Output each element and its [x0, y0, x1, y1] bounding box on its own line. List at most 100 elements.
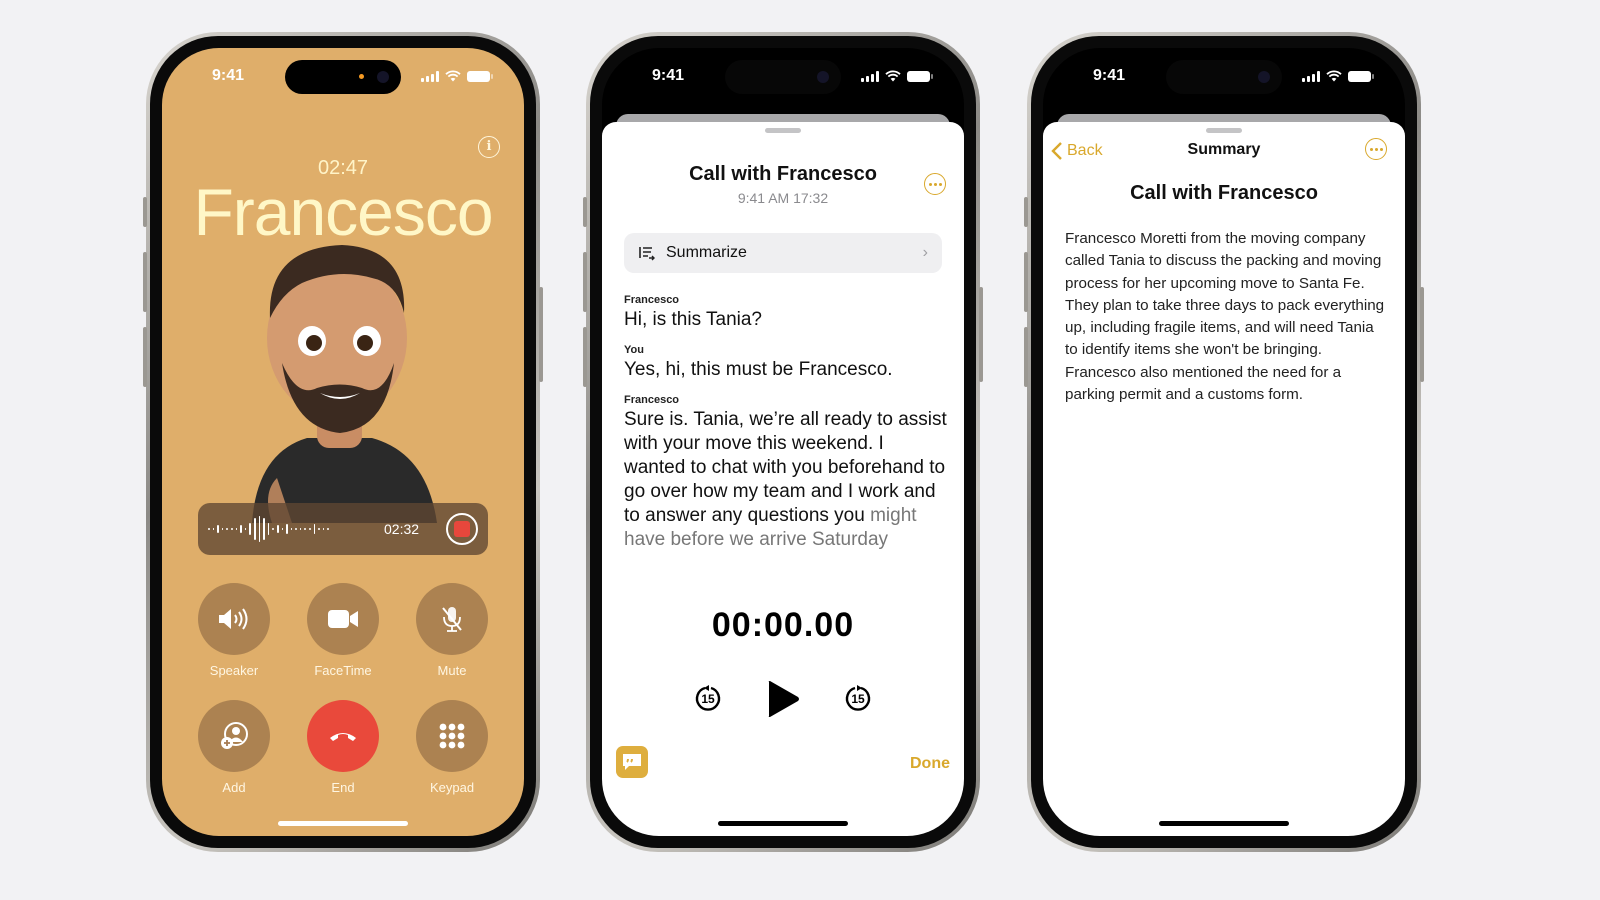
waveform-bar — [318, 528, 320, 530]
transcript-title: Call with Francesco — [689, 163, 877, 185]
stop-icon — [454, 521, 470, 537]
dynamic-island — [725, 60, 841, 94]
phone-transcript: 9:41 Call with Francesco 9:41 AM 17:32 S… — [583, 32, 983, 852]
playback-time: 00:00.00 — [711, 606, 855, 644]
summarize-icon — [639, 247, 655, 261]
waveform — [208, 514, 364, 544]
wifi-icon — [1326, 70, 1342, 82]
end-call-icon — [330, 733, 356, 741]
contact-memoji — [252, 245, 437, 523]
transcript-list: Francesco Hi, is this Tania? You Yes, hi… — [624, 294, 948, 564]
waveform-bar — [327, 528, 330, 530]
sheet-grabber[interactable] — [765, 128, 801, 133]
summary-sheet: Back Summary Call with Francesco Frances… — [1043, 122, 1405, 836]
more-options-button[interactable] — [924, 173, 946, 195]
waveform-bar — [226, 528, 228, 530]
wifi-icon — [445, 70, 461, 82]
transcript-toggle-button[interactable] — [616, 746, 648, 778]
cellular-signal-icon — [861, 70, 879, 82]
nav-title: Summary — [1187, 141, 1261, 158]
cellular-signal-icon — [1302, 70, 1320, 82]
waveform-bar — [322, 528, 325, 530]
waveform-bar — [295, 528, 297, 530]
skip-forward-button[interactable]: 15 — [843, 684, 873, 714]
keypad-icon — [439, 723, 465, 749]
waveform-bar — [263, 518, 265, 540]
waveform-bar — [208, 528, 210, 530]
transcript-sheet: Call with Francesco 9:41 AM 17:32 Summar… — [602, 122, 964, 836]
speaker-name: You — [624, 344, 644, 356]
phone-summary: 9:41 Back Summary Call with Francesco Fr… — [1024, 32, 1424, 852]
phone-in-call: 9:41 i 02:47 Francesco 02:32 Speaker Fac… — [143, 32, 543, 852]
waveform-bar — [290, 528, 293, 530]
summary-text: Francesco Moretti from the moving compan… — [1065, 230, 1385, 404]
transcript-text: Hi, is this Tania? — [624, 309, 762, 330]
skip-back-button[interactable]: 15 — [693, 684, 723, 714]
info-icon[interactable]: i — [478, 136, 500, 158]
waveform-bar — [286, 524, 288, 534]
home-indicator[interactable] — [1159, 821, 1289, 826]
play-button[interactable] — [765, 679, 801, 719]
speaker-name: Francesco — [624, 394, 680, 406]
speaker-name: Francesco — [624, 294, 680, 306]
done-button[interactable]: Done — [910, 755, 950, 773]
video-icon — [328, 610, 358, 628]
waveform-bar — [272, 528, 274, 530]
waveform-bar — [304, 528, 307, 530]
waveform-bar — [253, 518, 256, 540]
waveform-bar — [299, 528, 302, 530]
speaker-button[interactable]: Speaker — [198, 583, 270, 678]
waveform-bar — [240, 525, 242, 533]
transcript-text: Sure is. Tania, we’re all ready to assis… — [624, 409, 947, 550]
waveform-bar — [309, 528, 311, 530]
playback-controls: 15 15 — [602, 679, 964, 719]
chevron-right-icon: › — [922, 244, 928, 261]
recording-elapsed: 02:32 — [384, 521, 420, 537]
call-recording-bar: 02:32 — [198, 503, 488, 555]
facetime-button[interactable]: FaceTime — [307, 583, 379, 678]
waveform-bar — [244, 528, 247, 530]
status-time: 9:41 — [1093, 67, 1126, 84]
waveform-bar — [267, 523, 270, 535]
transcript-subtitle: 9:41 AM 17:32 — [737, 190, 829, 206]
status-time: 9:41 — [212, 67, 245, 84]
home-indicator[interactable] — [278, 821, 408, 826]
transcript-entry: Francesco Hi, is this Tania? — [624, 294, 948, 332]
dynamic-island — [1166, 60, 1282, 94]
more-options-button[interactable] — [1365, 138, 1387, 160]
waveform-bar — [235, 528, 238, 530]
stop-recording-button[interactable] — [446, 513, 478, 545]
waveform-bar — [217, 525, 219, 533]
mute-button[interactable]: Mute — [416, 583, 488, 678]
end-call-button[interactable]: End — [307, 700, 379, 795]
summary-title: Call with Francesco — [1130, 182, 1318, 204]
speaker-icon — [219, 608, 248, 630]
waveform-bar — [249, 523, 251, 535]
summary-screen: 9:41 Back Summary Call with Francesco Fr… — [1043, 48, 1405, 836]
status-time: 9:41 — [652, 67, 685, 84]
mic-slash-icon — [442, 607, 462, 632]
waveform-bar — [281, 528, 284, 530]
home-indicator[interactable] — [718, 821, 848, 826]
add-call-button[interactable]: Add — [198, 700, 270, 795]
battery-icon — [467, 70, 493, 82]
cellular-signal-icon — [421, 70, 439, 82]
waveform-bar — [221, 528, 224, 530]
summarize-button[interactable]: Summarize › — [624, 233, 942, 273]
battery-icon — [1348, 70, 1374, 82]
waveform-bar — [313, 524, 316, 534]
battery-icon — [907, 70, 933, 82]
waveform-bar — [258, 516, 261, 542]
transcript-screen: 9:41 Call with Francesco 9:41 AM 17:32 S… — [602, 48, 964, 836]
call-screen: 9:41 i 02:47 Francesco 02:32 Speaker Fac… — [162, 48, 524, 836]
sheet-grabber[interactable] — [1206, 128, 1242, 133]
keypad-button[interactable]: Keypad — [416, 700, 488, 795]
transcript-entry: You Yes, hi, this must be Francesco. — [624, 344, 948, 382]
wifi-icon — [885, 70, 901, 82]
transcript-text: Yes, hi, this must be Francesco. — [624, 359, 893, 380]
transcript-entry: Francesco Sure is. Tania, we’re all read… — [624, 394, 948, 552]
waveform-bar — [276, 525, 279, 533]
quote-bubble-icon — [623, 754, 641, 770]
dynamic-island — [285, 60, 401, 94]
add-person-icon — [221, 722, 248, 749]
